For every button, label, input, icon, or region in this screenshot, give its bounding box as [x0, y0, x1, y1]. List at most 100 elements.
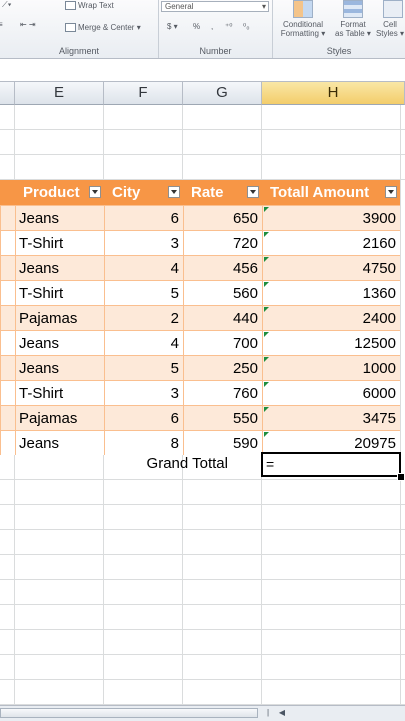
city-cell[interactable]: 3 [104, 230, 183, 255]
table-header-partial [0, 180, 15, 205]
table-row: Jeans 4 700 12500 [0, 330, 400, 355]
amount-cell[interactable]: 12500 [262, 330, 400, 355]
row-partial-cell[interactable] [0, 380, 15, 405]
rate-cell[interactable]: 456 [183, 255, 262, 280]
table-header-city: City [104, 180, 183, 205]
amount-cell[interactable]: 3900 [262, 205, 400, 230]
cell-styles-button[interactable]: Cell Styles ▾ [375, 20, 405, 38]
row-partial-cell[interactable] [0, 255, 15, 280]
row-partial-cell[interactable] [0, 430, 15, 455]
rate-cell[interactable]: 760 [183, 380, 262, 405]
amount-cell[interactable]: 3475 [262, 405, 400, 430]
percent-button[interactable]: % [193, 22, 200, 31]
column-header-f[interactable]: F [104, 81, 183, 105]
rate-cell[interactable]: 720 [183, 230, 262, 255]
product-cell[interactable]: Pajamas [15, 405, 104, 430]
filter-dropdown-icon[interactable] [168, 186, 180, 198]
alignment-group-label: Alignment [58, 46, 100, 56]
wrap-text-button[interactable]: Wrap Text [62, 0, 117, 11]
scrollbar-thumb[interactable] [0, 708, 258, 718]
table-header-rate: Rate [183, 180, 262, 205]
amount-cell[interactable]: 1360 [262, 280, 400, 305]
column-header-partial[interactable] [0, 81, 15, 105]
scroll-left-icon[interactable]: ◀ [276, 707, 288, 719]
product-cell[interactable]: Jeans [15, 355, 104, 380]
column-header-h[interactable]: H [262, 81, 405, 105]
rate-cell[interactable]: 250 [183, 355, 262, 380]
table-row: T-Shirt 3 720 2160 [0, 230, 400, 255]
merge-center-button[interactable]: Merge & Center ▾ [62, 22, 144, 33]
format-as-table-button[interactable]: Format as Table ▾ [333, 20, 373, 38]
error-indicator-icon [264, 232, 269, 237]
product-cell[interactable]: T-Shirt [15, 280, 104, 305]
fill-handle[interactable] [397, 473, 405, 481]
rate-cell[interactable]: 650 [183, 205, 262, 230]
error-indicator-icon [264, 332, 269, 337]
conditional-formatting-label-2: Formatting ▾ [280, 29, 326, 38]
city-cell[interactable]: 5 [104, 355, 183, 380]
amount-cell[interactable]: 4750 [262, 255, 400, 280]
merge-center-label: Merge & Center [78, 23, 135, 32]
rate-cell[interactable]: 700 [183, 330, 262, 355]
row-partial-cell[interactable] [0, 205, 15, 230]
amount-cell[interactable]: 6000 [262, 380, 400, 405]
amount-cell[interactable]: 2160 [262, 230, 400, 255]
increase-indent-button[interactable]: ⇤ ⇥ [20, 20, 36, 29]
rate-cell[interactable]: 440 [183, 305, 262, 330]
city-cell[interactable]: 5 [104, 280, 183, 305]
scroll-left-arrow-icon[interactable]: | [262, 707, 274, 719]
increase-decimal-button[interactable]: ⁺⁰ [225, 22, 232, 31]
column-header-g[interactable]: G [183, 81, 262, 105]
city-cell[interactable]: 4 [104, 255, 183, 280]
product-cell[interactable]: T-Shirt [15, 230, 104, 255]
error-indicator-icon [264, 282, 269, 287]
city-cell[interactable]: 3 [104, 380, 183, 405]
product-cell[interactable]: Jeans [15, 330, 104, 355]
error-indicator-icon [264, 207, 269, 212]
product-cell[interactable]: Jeans [15, 205, 104, 230]
product-cell[interactable]: Jeans [15, 255, 104, 280]
decrease-decimal-button[interactable]: ⁰₀ [243, 22, 250, 31]
grand-total-label[interactable]: Grand Tottal [104, 455, 228, 472]
row-partial-cell[interactable] [0, 405, 15, 430]
formula-bar-gap [0, 59, 405, 81]
currency-button[interactable]: $ ▾ [167, 22, 178, 31]
rate-cell[interactable]: 560 [183, 280, 262, 305]
conditional-formatting-icon [293, 0, 313, 18]
merge-center-icon [65, 23, 76, 33]
number-format-select[interactable]: General ▾ [161, 1, 269, 12]
column-header-e[interactable]: E [15, 81, 104, 105]
amount-cell[interactable]: 1000 [262, 355, 400, 380]
row-partial-cell[interactable] [0, 280, 15, 305]
product-cell[interactable]: Jeans [15, 430, 104, 455]
product-cell[interactable]: Pajamas [15, 305, 104, 330]
amount-cell[interactable]: 2400 [262, 305, 400, 330]
filter-dropdown-icon[interactable] [247, 186, 259, 198]
filter-dropdown-icon[interactable] [385, 186, 397, 198]
row-partial-cell[interactable] [0, 330, 15, 355]
city-cell[interactable]: 6 [104, 205, 183, 230]
rate-cell[interactable]: 550 [183, 405, 262, 430]
city-cell[interactable]: 2 [104, 305, 183, 330]
product-cell[interactable]: T-Shirt [15, 380, 104, 405]
table-row: Pajamas 2 440 2400 [0, 305, 400, 330]
city-cell[interactable]: 6 [104, 405, 183, 430]
decrease-indent-button[interactable]: ≡ [0, 20, 3, 29]
chevron-down-icon: ▾ [261, 2, 266, 11]
conditional-formatting-label: Conditional [282, 20, 324, 29]
conditional-formatting-button[interactable]: Conditional Formatting ▾ [275, 20, 331, 38]
filter-dropdown-icon[interactable] [89, 186, 101, 198]
row-partial-cell[interactable] [0, 305, 15, 330]
active-cell-h[interactable]: = [261, 452, 401, 477]
format-as-table-label: Format [340, 20, 366, 29]
table-row: Pajamas 6 550 3475 [0, 405, 400, 430]
row-partial-cell[interactable] [0, 230, 15, 255]
city-cell[interactable]: 8 [104, 430, 183, 455]
wrap-text-label: Wrap Text [78, 1, 114, 10]
comma-button[interactable]: , [211, 22, 213, 31]
orientation-button[interactable]: ⟋▾ [2, 0, 12, 10]
row-partial-cell[interactable] [0, 355, 15, 380]
horizontal-scrollbar[interactable]: | ◀ [0, 705, 405, 721]
city-cell[interactable]: 4 [104, 330, 183, 355]
rate-cell[interactable]: 590 [183, 430, 262, 455]
